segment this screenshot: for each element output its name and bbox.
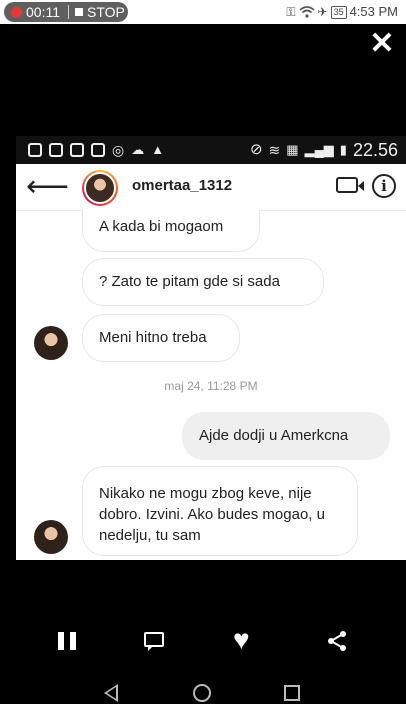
- instagram-notification-icon: [70, 143, 84, 157]
- nav-home-icon[interactable]: [193, 684, 211, 702]
- embedded-screenshot: ◎ ☁ ▲ ⊘ ≋ ▦ ▂▄▆ ▮ 22.56 ⟵ omertaa_1312 i…: [16, 136, 406, 560]
- instagram-notification-icon: [28, 143, 42, 157]
- battery-icon: ▮: [339, 142, 347, 157]
- viewer-controls: ♥: [0, 612, 406, 672]
- message-bubble: ? Zato te pitam gde si sada: [82, 258, 324, 306]
- device-time: 4:53 PM: [349, 4, 398, 19]
- video-call-icon[interactable]: [336, 177, 364, 193]
- battery-level: 35: [330, 5, 347, 19]
- inner-status-right: ⊘ ≋ ▦ ▂▄▆ ▮ 22.56: [250, 136, 398, 164]
- message-bubble: Meni hitno treba: [82, 314, 240, 362]
- key-icon: ⚿: [286, 5, 296, 19]
- pause-icon[interactable]: [58, 632, 78, 650]
- inner-time: 22.56: [352, 140, 398, 160]
- chat-icon[interactable]: [144, 632, 164, 651]
- chat-header: ⟵ omertaa_1312 i: [16, 164, 406, 211]
- sender-avatar[interactable]: [34, 326, 68, 360]
- device-status-bar: 00:11 STOP ⚿ ✈ 35 4:53 PM: [0, 0, 406, 24]
- message-bubble-outgoing: Ajde dodji u Amerkcna: [182, 412, 390, 460]
- image-notification-icon: [91, 143, 105, 157]
- nav-back-icon[interactable]: [104, 684, 118, 702]
- stop-icon: [75, 8, 83, 16]
- screen-recorder-pill[interactable]: 00:11 STOP: [4, 2, 128, 22]
- wifi-icon: ≋: [268, 142, 281, 158]
- data-icon: ▦: [286, 142, 299, 157]
- recording-dot-icon: [11, 6, 22, 18]
- inner-status-bar: ◎ ☁ ▲ ⊘ ≋ ▦ ▂▄▆ ▮ 22.56: [16, 136, 406, 164]
- notification-icons: ◎ ☁ ▲: [28, 136, 164, 164]
- mute-icon: ⊘: [249, 141, 263, 158]
- nav-recents-icon[interactable]: [284, 685, 300, 701]
- system-nav-bar: [0, 680, 406, 704]
- recorder-divider: [68, 5, 69, 19]
- status-icons: ⚿ ✈ 35 4:53 PM: [286, 2, 398, 22]
- sender-avatar[interactable]: [34, 520, 68, 554]
- profile-avatar[interactable]: [82, 170, 118, 206]
- wifi-icon: [298, 6, 315, 18]
- share-icon[interactable]: [326, 630, 348, 652]
- warning-icon: ▲: [151, 142, 165, 157]
- cloud-icon: ☁: [131, 142, 145, 157]
- close-icon[interactable]: ✕: [368, 29, 396, 59]
- airplane-icon: ✈: [317, 5, 328, 19]
- message-bubble: A kada bi mogaom: [82, 210, 260, 252]
- chat-username[interactable]: omertaa_1312: [132, 177, 232, 194]
- back-arrow-icon[interactable]: ⟵: [26, 170, 69, 204]
- signal-icon: ▂▄▆: [304, 142, 334, 157]
- recording-time: 00:11: [26, 4, 60, 20]
- message-bubble: Nikako ne mogu zbog keve, nije dobro. Iz…: [82, 466, 358, 556]
- stop-button[interactable]: STOP: [87, 2, 125, 22]
- heart-icon[interactable]: ♥: [233, 626, 250, 654]
- instagram-notification-icon: [49, 143, 63, 157]
- info-icon[interactable]: i: [372, 174, 396, 198]
- chrome-icon: ◎: [112, 142, 125, 158]
- message-timestamp: maj 24, 11:28 PM: [164, 379, 258, 393]
